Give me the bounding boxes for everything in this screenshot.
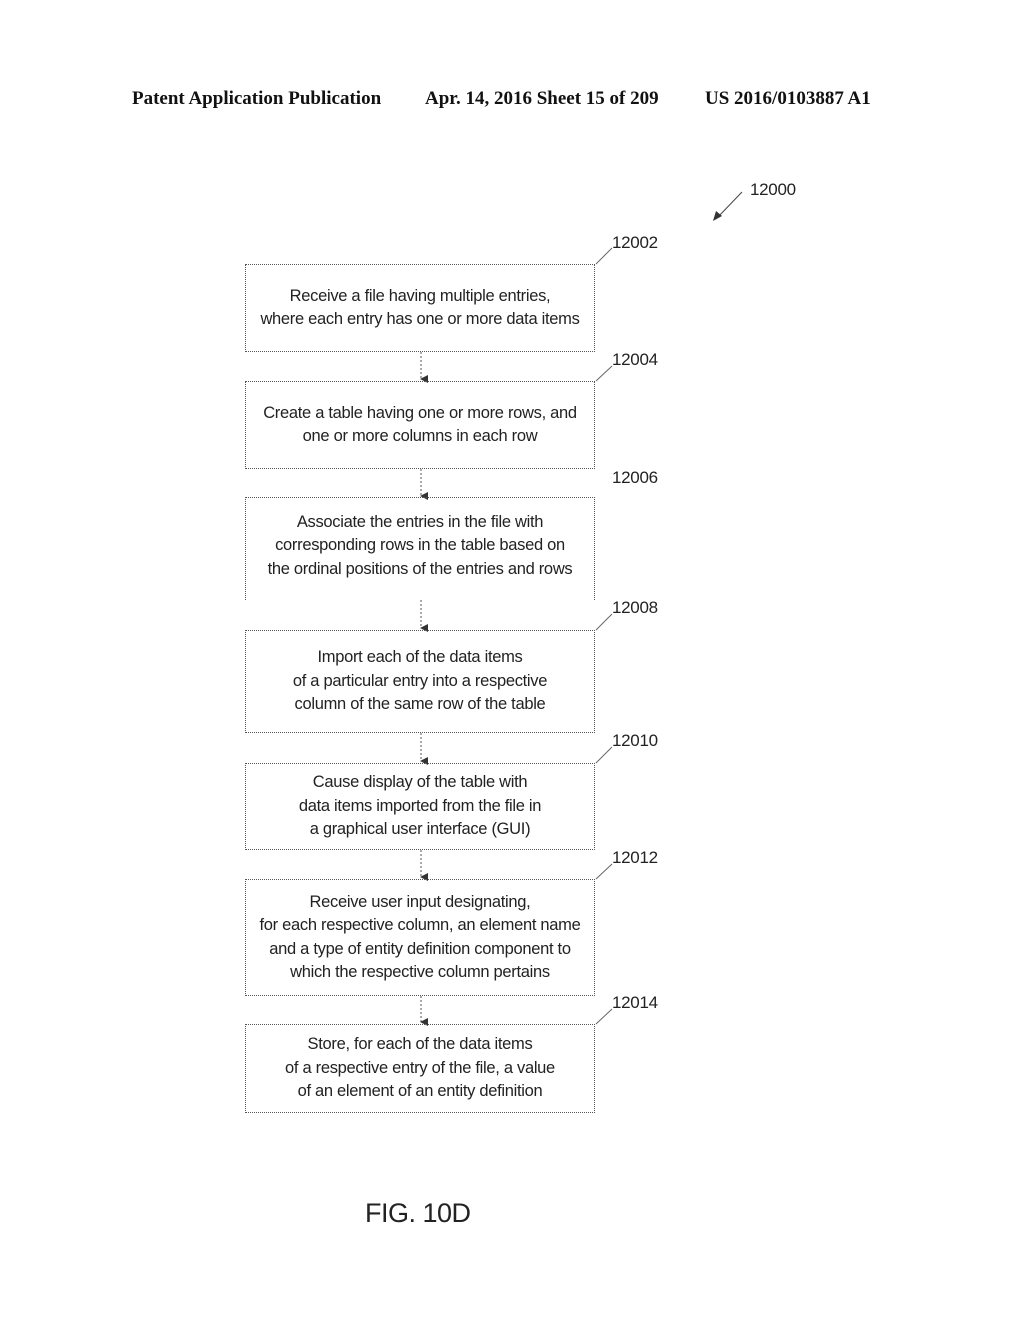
step-text: Associate the entries in the file with c… — [267, 512, 573, 578]
figure-caption: FIG. 10D — [365, 1198, 471, 1228]
ref-leader-12012 — [595, 863, 613, 880]
step-ref-12014: 12014 — [612, 993, 658, 1012]
flow-step-receive-file: Receive a file having multiple entries, … — [245, 264, 595, 352]
flow-step-associate-entries: Associate the entries in the file with c… — [245, 497, 595, 600]
flow-step-import-data-items: Import each of the data items of a parti… — [245, 630, 595, 733]
step-text: Receive a file having multiple entries, … — [260, 286, 580, 329]
step-ref-12012: 12012 — [612, 848, 658, 867]
step-text: Receive user input designating, for each… — [259, 892, 581, 982]
figure-reference-number: 12000 — [750, 180, 796, 199]
step-ref-12004: 12004 — [612, 350, 658, 369]
date-sheet-label: Apr. 14, 2016 Sheet 15 of 209 — [425, 88, 659, 109]
flow-step-display-table: Cause display of the table with data ite… — [245, 763, 595, 850]
step-ref-12002: 12002 — [612, 233, 658, 252]
step-text: Cause display of the table with data ite… — [298, 773, 542, 839]
ref-leader-12008 — [595, 613, 613, 631]
step-text: Store, for each of the data items of a r… — [285, 1035, 555, 1101]
ref-leader-12004 — [595, 365, 613, 382]
ref-leader-12010 — [595, 746, 613, 764]
step-ref-12008: 12008 — [612, 598, 658, 617]
publication-label: Patent Application Publication — [132, 88, 382, 109]
ref-leader-12014 — [595, 1008, 613, 1025]
step-ref-12006: 12006 — [612, 468, 658, 487]
figure-ref-arrowhead — [713, 211, 722, 221]
flow-step-create-table: Create a table having one or more rows, … — [245, 381, 595, 469]
patent-header: Patent Application Publication Apr. 14, … — [132, 88, 892, 116]
step-text: Create a table having one or more rows, … — [263, 403, 577, 446]
ref-leader-12002 — [595, 247, 613, 265]
flow-step-store-values: Store, for each of the data items of a r… — [245, 1024, 595, 1113]
step-ref-12010: 12010 — [612, 731, 658, 750]
flow-step-receive-user-input: Receive user input designating, for each… — [245, 879, 595, 996]
figure-ref-leader — [716, 191, 743, 219]
step-text: Import each of the data items of a parti… — [292, 648, 548, 714]
patent-number: US 2016/0103887 A1 — [705, 88, 871, 109]
